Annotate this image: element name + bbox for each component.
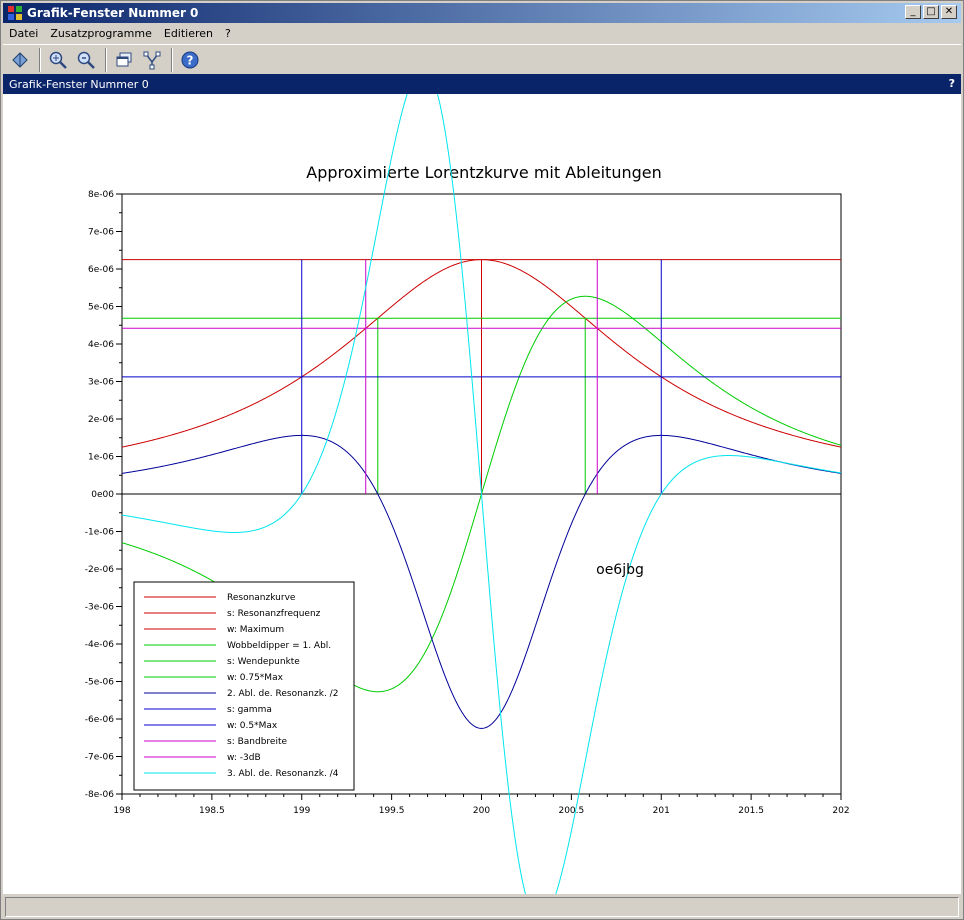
x-tick-label: 199.5	[379, 806, 405, 816]
unzoom-button[interactable]	[73, 47, 99, 73]
legend-entry: Wobbeldipper = 1. Abl.	[227, 641, 331, 651]
legend-entry: s: gamma	[227, 705, 272, 715]
legend-entry: s: Bandbreite	[227, 737, 287, 747]
close-button[interactable]: ✕	[941, 5, 957, 19]
legend-entry: w: -3dB	[227, 753, 261, 763]
svg-text:?: ?	[187, 53, 194, 67]
legend-entry: w: Maximum	[227, 625, 284, 635]
x-tick-label: 201	[653, 806, 670, 816]
help-button[interactable]: ?	[177, 47, 203, 73]
chart-title: Approximierte Lorentzkurve mit Ableitung…	[306, 163, 661, 182]
y-tick-label: -7e-06	[85, 753, 114, 763]
datatip-button[interactable]	[139, 47, 165, 73]
unzoom-icon	[77, 51, 95, 69]
y-tick-label: -5e-06	[85, 678, 114, 688]
scilab-app-icon	[7, 5, 23, 21]
x-tick-label: 202	[832, 806, 849, 816]
window-title: Grafik-Fenster Nummer 0	[27, 6, 199, 20]
toolbar-separator	[171, 47, 173, 72]
menu-editieren[interactable]: Editieren	[158, 27, 219, 40]
plot-canvas[interactable]: Approximierte Lorentzkurve mit Ableitung…	[3, 66, 961, 920]
toolbar-separator	[105, 47, 107, 72]
chart: Approximierte Lorentzkurve mit Ableitung…	[85, 66, 850, 920]
windows-button[interactable]	[111, 47, 137, 73]
y-tick-label: -3e-06	[85, 603, 114, 613]
y-tick-label: 8e-06	[88, 190, 114, 200]
datatip-icon	[143, 51, 161, 69]
menu-bar: Datei Zusatzprogramme Editieren ?	[3, 24, 961, 43]
y-tick-label: 1e-06	[88, 453, 114, 463]
y-tick-label: 2e-06	[88, 415, 114, 425]
y-tick-label: 0e00	[91, 490, 114, 500]
legend-entry: s: Wendepunkte	[227, 657, 300, 667]
legend-entry: 2. Abl. de. Resonanzk. /2	[227, 689, 338, 699]
y-tick-label: -2e-06	[85, 565, 114, 575]
windows-icon	[116, 52, 132, 66]
legend-entry: 3. Abl. de. Resonanzk. /4	[227, 769, 339, 779]
title-bar[interactable]: Grafik-Fenster Nummer 0 _ □ ✕	[3, 3, 961, 23]
x-tick-label: 198.5	[199, 806, 225, 816]
legend-entry: w: 0.5*Max	[227, 721, 278, 731]
legend-entry: Resonanzkurve	[227, 593, 296, 603]
rotate-tool-button[interactable]	[7, 47, 33, 73]
graphics-window: Grafik-Fenster Nummer 0 _ □ ✕ Datei Zusa…	[0, 0, 964, 920]
y-tick-label: 3e-06	[88, 378, 114, 388]
x-tick-label: 199	[293, 806, 310, 816]
y-tick-label: -6e-06	[85, 715, 114, 725]
y-tick-label: 6e-06	[88, 265, 114, 275]
y-tick-label: -4e-06	[85, 640, 114, 650]
x-tick-label: 198	[113, 806, 130, 816]
menu-help[interactable]: ?	[219, 27, 237, 40]
legend-entry: w: 0.75*Max	[227, 673, 284, 683]
figure-header: Grafik-Fenster Nummer 0 ?	[3, 74, 961, 94]
menu-datei[interactable]: Datei	[3, 27, 44, 40]
toolbar: ?	[3, 44, 961, 74]
legend-entry: s: Resonanzfrequenz	[227, 609, 321, 619]
toolbar-separator	[39, 47, 41, 72]
zoom-icon	[49, 51, 67, 69]
x-tick-label: 200.5	[558, 806, 584, 816]
rotate-icon	[12, 51, 28, 68]
y-tick-label: 7e-06	[88, 228, 114, 238]
y-tick-label: -1e-06	[85, 528, 114, 538]
x-tick-label: 200	[473, 806, 490, 816]
y-tick-label: 4e-06	[88, 340, 114, 350]
help-icon: ?	[181, 51, 199, 68]
figure-help-icon[interactable]: ?	[949, 77, 955, 90]
menu-zusatzprogramme[interactable]: Zusatzprogramme	[44, 27, 158, 40]
status-bar	[5, 897, 959, 917]
zoom-button[interactable]	[45, 47, 71, 73]
y-tick-label: -8e-06	[85, 790, 114, 800]
y-tick-label: 5e-06	[88, 303, 114, 313]
maximize-button[interactable]: □	[923, 5, 939, 19]
figure-title: Grafik-Fenster Nummer 0	[9, 77, 149, 91]
minimize-button[interactable]: _	[905, 5, 921, 19]
x-tick-label: 201.5	[738, 806, 764, 816]
chart-annotation: oe6jbg	[596, 562, 644, 578]
